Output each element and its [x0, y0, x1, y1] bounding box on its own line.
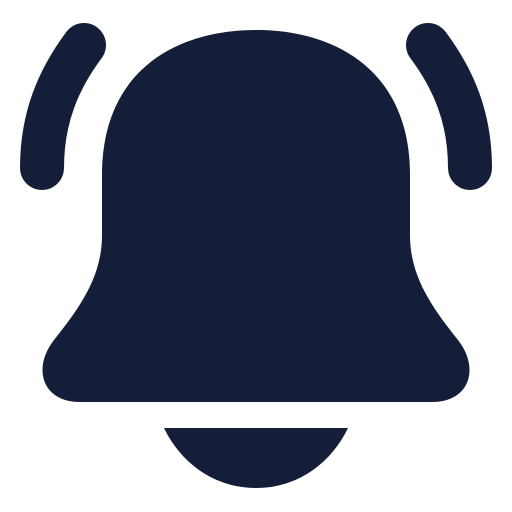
icon-canvas	[0, 0, 512, 512]
bell-ringing-icon	[20, 23, 492, 488]
bell-body	[42, 30, 470, 402]
right-ring-arc	[406, 23, 492, 190]
left-ring-arc	[20, 23, 106, 190]
bell-clapper	[164, 428, 348, 488]
